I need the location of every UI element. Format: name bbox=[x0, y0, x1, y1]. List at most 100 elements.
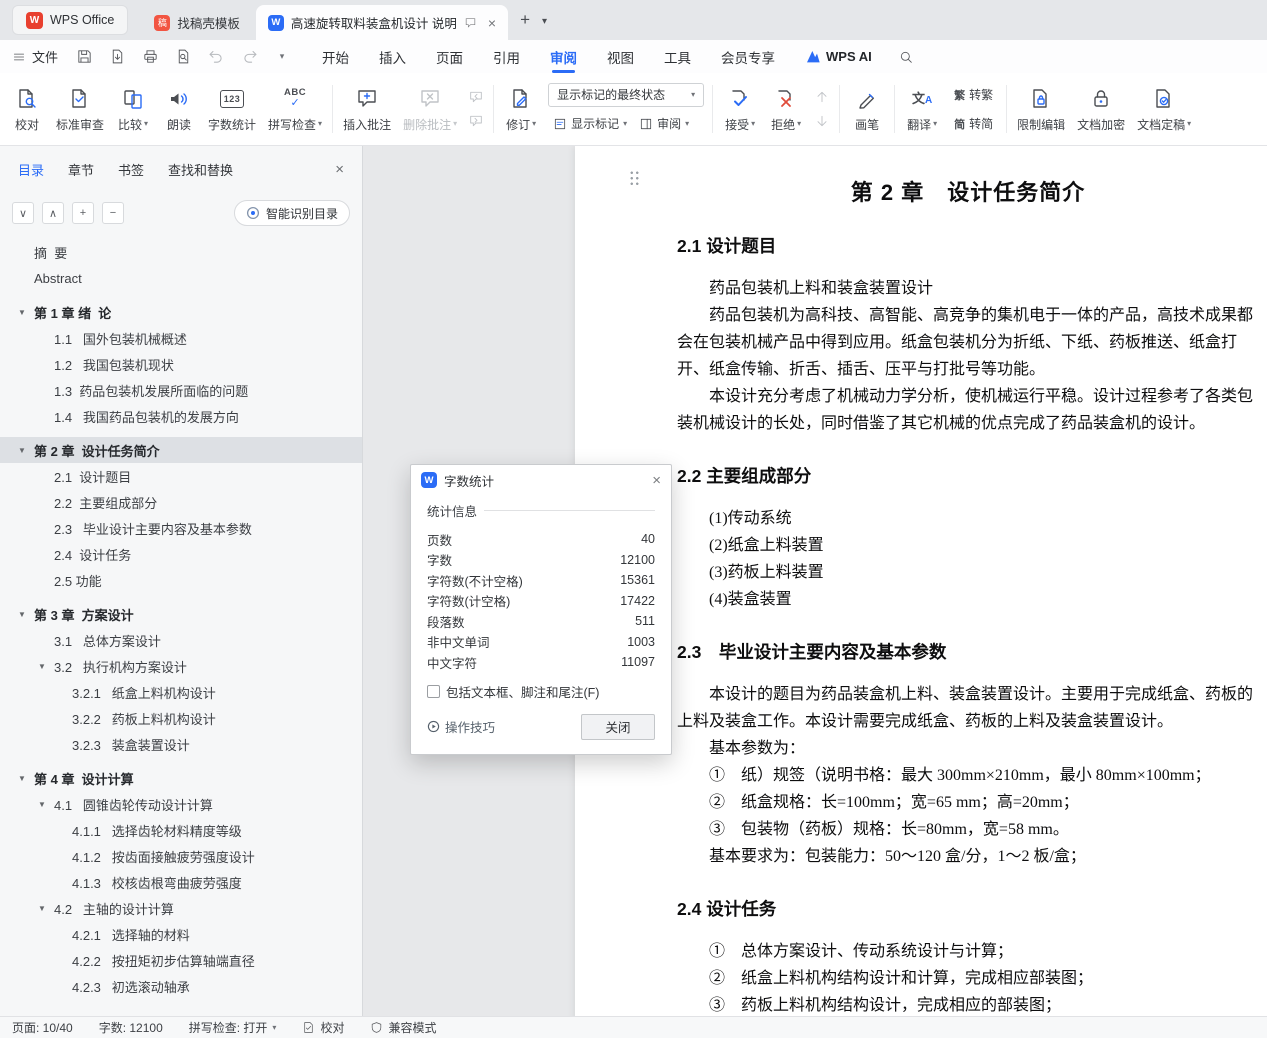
outline-item[interactable]: ▼摘 要 bbox=[0, 239, 362, 265]
encrypt-button[interactable]: 文档加密 bbox=[1071, 77, 1131, 141]
outline-item[interactable]: ▼4.2.3 初选滚动轴承 bbox=[0, 973, 362, 999]
include-footnotes-checkbox[interactable]: 包括文本框、脚注和尾注(F) bbox=[427, 682, 655, 701]
outline-item[interactable]: ▼1.1 国外包装机械概述 bbox=[0, 325, 362, 351]
outline-item[interactable]: ▼ 第 4 章 设计计算 bbox=[0, 765, 362, 791]
checkbox-icon[interactable] bbox=[427, 684, 440, 698]
undo-button[interactable] bbox=[204, 45, 228, 69]
spell-check-button[interactable]: ABC ✓ 拼写检查 ▾ bbox=[262, 77, 328, 141]
outline-item[interactable]: ▼2.5 功能 bbox=[0, 567, 362, 593]
outline-item[interactable]: ▼3.1 总体方案设计 bbox=[0, 627, 362, 653]
spell-check-dropdown-icon[interactable]: ▾ bbox=[318, 120, 322, 128]
save-button[interactable] bbox=[72, 45, 96, 69]
outline-item[interactable]: ▼2.1 设计题目 bbox=[0, 463, 362, 489]
outline-item[interactable]: ▼ 3.2 执行机构方案设计 bbox=[0, 653, 362, 679]
standard-review-button[interactable]: 标准审查 bbox=[50, 77, 110, 141]
panel-tab-查找和替换[interactable]: 查找和替换 bbox=[168, 160, 233, 179]
print-preview-button[interactable] bbox=[171, 45, 195, 69]
close-tab-icon[interactable]: × bbox=[488, 15, 496, 31]
review-pane-button[interactable]: 审阅 ▾ bbox=[634, 112, 694, 136]
outline-item[interactable]: ▼3.2.1 纸盒上料机构设计 bbox=[0, 679, 362, 705]
outline-item[interactable]: ▼3.2.2 药板上料机构设计 bbox=[0, 705, 362, 731]
show-markup-button[interactable]: 显示标记 ▾ bbox=[548, 112, 632, 136]
outline-item[interactable]: ▼4.2.1 选择轴的材料 bbox=[0, 921, 362, 947]
collapse-all-button[interactable]: ∨ bbox=[12, 202, 34, 224]
compare-dropdown-icon[interactable]: ▾ bbox=[144, 120, 148, 128]
finalize-dropdown-icon[interactable]: ▾ bbox=[1187, 120, 1191, 128]
menu-tab-会员专享[interactable]: 会员专享 bbox=[721, 40, 775, 73]
outline-item[interactable]: ▼3.2.3 装盒装置设计 bbox=[0, 731, 362, 757]
outline-item[interactable]: ▼ 第 2 章 设计任务简介 bbox=[0, 437, 362, 463]
word-count-button[interactable]: 123 字数统计 bbox=[202, 77, 262, 141]
menu-tab-工具[interactable]: 工具 bbox=[664, 40, 691, 73]
proofread-status-button[interactable]: 校对 bbox=[302, 1019, 344, 1036]
close-sidebar-icon[interactable]: × bbox=[335, 161, 344, 178]
menu-tab-审阅[interactable]: 审阅 bbox=[550, 40, 577, 73]
outline-item[interactable]: ▼2.2 主要组成部分 bbox=[0, 489, 362, 515]
menu-tab-页面[interactable]: 页面 bbox=[436, 40, 463, 73]
accept-dropdown-icon[interactable]: ▾ bbox=[751, 120, 755, 128]
expand-arrow-icon[interactable]: ▼ bbox=[18, 308, 34, 317]
outline-item[interactable]: ▼1.2 我国包装机现状 bbox=[0, 351, 362, 377]
read-aloud-button[interactable]: 朗读 bbox=[156, 77, 202, 141]
outline-item[interactable]: ▼2.4 设计任务 bbox=[0, 541, 362, 567]
export-button[interactable] bbox=[105, 45, 129, 69]
outline-item[interactable]: ▼4.1.1 选择齿轮材料精度等级 bbox=[0, 817, 362, 843]
tips-link[interactable]: 操作技巧 bbox=[427, 717, 495, 736]
to-traditional-button[interactable]: 繁 转繁 bbox=[949, 83, 998, 107]
reject-button[interactable]: 拒绝 ▾ bbox=[763, 77, 809, 141]
outline-item[interactable]: ▼4.1.2 按齿面接触疲劳强度设计 bbox=[0, 843, 362, 869]
wps-ai-button[interactable]: WPS AI bbox=[805, 49, 872, 65]
pen-button[interactable]: 画笔 bbox=[844, 77, 890, 141]
panel-tab-目录[interactable]: 目录 bbox=[18, 160, 44, 179]
outline-item[interactable]: ▼4.1.3 校核齿根弯曲疲劳强度 bbox=[0, 869, 362, 895]
outline-item[interactable]: ▼2.3 毕业设计主要内容及基本参数 bbox=[0, 515, 362, 541]
reject-dropdown-icon[interactable]: ▾ bbox=[797, 120, 801, 128]
previous-comment-button[interactable] bbox=[465, 88, 487, 107]
quickbar-more-icon[interactable]: ▾ bbox=[270, 45, 294, 69]
next-change-button[interactable] bbox=[811, 112, 833, 131]
new-tab-button[interactable]: + bbox=[520, 10, 530, 30]
panel-tab-书签[interactable]: 书签 bbox=[118, 160, 144, 179]
document-page[interactable]: 第 2 章 设计任务简介 2.1 设计题目 药品包装机上料和装盒装置设计 药品包装机为… bbox=[575, 146, 1267, 1016]
word-count-status[interactable]: 字数: 12100 bbox=[99, 1019, 163, 1036]
outline-item[interactable]: ▼Abstract bbox=[0, 265, 362, 291]
proofread-button[interactable]: 校对 bbox=[4, 77, 50, 141]
expand-arrow-icon[interactable]: ▼ bbox=[18, 446, 34, 455]
expand-arrow-icon[interactable]: ▼ bbox=[18, 610, 34, 619]
menu-tab-视图[interactable]: 视图 bbox=[607, 40, 634, 73]
zoom-out-outline-button[interactable]: − bbox=[102, 202, 124, 224]
expand-arrow-icon[interactable]: ▼ bbox=[38, 800, 54, 809]
insert-comment-button[interactable]: 插入批注 bbox=[337, 77, 397, 141]
document-tab[interactable]: W 高速旋转取料装盒机设计 说明 × bbox=[255, 5, 509, 40]
translate-dropdown-icon[interactable]: ▾ bbox=[933, 120, 937, 128]
menu-tab-插入[interactable]: 插入 bbox=[379, 40, 406, 73]
outline-item[interactable]: ▼1.4 我国药品包装机的发展方向 bbox=[0, 403, 362, 429]
markup-state-select[interactable]: 显示标记的最终状态 ▾ bbox=[548, 82, 705, 107]
menu-tab-开始[interactable]: 开始 bbox=[322, 40, 349, 73]
track-changes-button[interactable]: 修订 ▾ bbox=[498, 77, 544, 141]
search-icon[interactable] bbox=[898, 49, 914, 65]
expand-arrow-icon[interactable]: ▼ bbox=[38, 662, 54, 671]
finalize-button[interactable]: 文档定稿 ▾ bbox=[1131, 77, 1197, 141]
outline-item[interactable]: ▼4.2.2 按扭矩初步估算轴端直径 bbox=[0, 947, 362, 973]
compare-button[interactable]: 比较 ▾ bbox=[110, 77, 156, 141]
restrict-edit-button[interactable]: 限制编辑 bbox=[1011, 77, 1071, 141]
menu-tab-引用[interactable]: 引用 bbox=[493, 40, 520, 73]
expand-all-button[interactable]: ∧ bbox=[42, 202, 64, 224]
to-simplified-button[interactable]: 简 转简 bbox=[949, 112, 998, 136]
outline-item[interactable]: ▼ 第 3 章 方案设计 bbox=[0, 601, 362, 627]
print-button[interactable] bbox=[138, 45, 162, 69]
next-comment-button[interactable] bbox=[465, 112, 487, 131]
dialog-title-bar[interactable]: W 字数统计 × bbox=[411, 465, 671, 495]
page-indicator[interactable]: 页面: 10/40 bbox=[12, 1019, 73, 1036]
paragraph-drag-handle-icon[interactable] bbox=[629, 170, 640, 186]
panel-tab-章节[interactable]: 章节 bbox=[68, 160, 94, 179]
template-tab[interactable]: 稿 找稿壳模板 bbox=[138, 5, 256, 40]
track-changes-dropdown-icon[interactable]: ▾ bbox=[532, 120, 536, 128]
tab-list-dropdown-icon[interactable]: ▾ bbox=[542, 16, 547, 27]
compatibility-mode-button[interactable]: 兼容模式 bbox=[370, 1019, 436, 1036]
expand-arrow-icon[interactable]: ▼ bbox=[38, 904, 54, 913]
outline-item[interactable]: ▼ 4.1 圆锥齿轮传动设计计算 bbox=[0, 791, 362, 817]
dialog-close-icon[interactable]: × bbox=[652, 472, 661, 489]
translate-button[interactable]: 文A 翻译 ▾ bbox=[899, 77, 945, 141]
